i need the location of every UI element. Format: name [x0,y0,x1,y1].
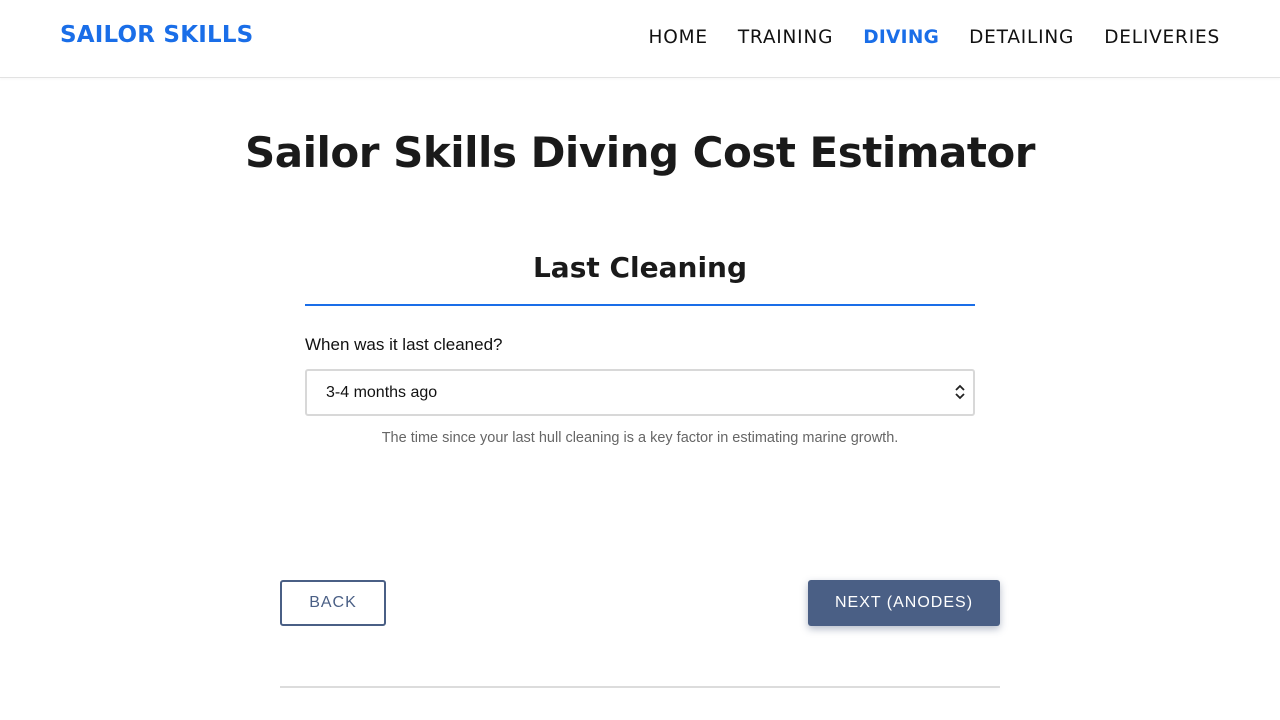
nav-item-diving[interactable]: DIVING [863,27,939,48]
last-cleaned-select[interactable]: 3-4 months ago [305,369,975,416]
nav-item-detailing[interactable]: DETAILING [969,27,1074,48]
last-cleaning-section: Last Cleaning When was it last cleaned? … [305,248,975,446]
nav-item-home[interactable]: HOME [649,27,708,48]
select-value: 3-4 months ago [326,384,438,401]
last-cleaned-label: When was it last cleaned? [305,335,503,354]
back-button[interactable]: BACK [280,580,386,626]
next-anodes-button[interactable]: NEXT (ANODES) [808,580,1000,626]
main-nav: HOME TRAINING DIVING DETAILING DELIVERIE… [649,27,1221,48]
page-title: Sailor Skills Diving Cost Estimator [245,128,1035,177]
site-header: SAILOR SKILLS HOME TRAINING DIVING DETAI… [0,0,1280,78]
chevron-updown-icon [955,384,965,400]
help-text: The time since your last hull cleaning i… [381,430,899,446]
section-title: Last Cleaning [305,248,975,306]
divider [280,686,1000,688]
nav-item-training[interactable]: TRAINING [738,27,833,48]
nav-item-deliveries[interactable]: DELIVERIES [1104,27,1220,48]
site-logo[interactable]: SAILOR SKILLS [60,22,253,48]
